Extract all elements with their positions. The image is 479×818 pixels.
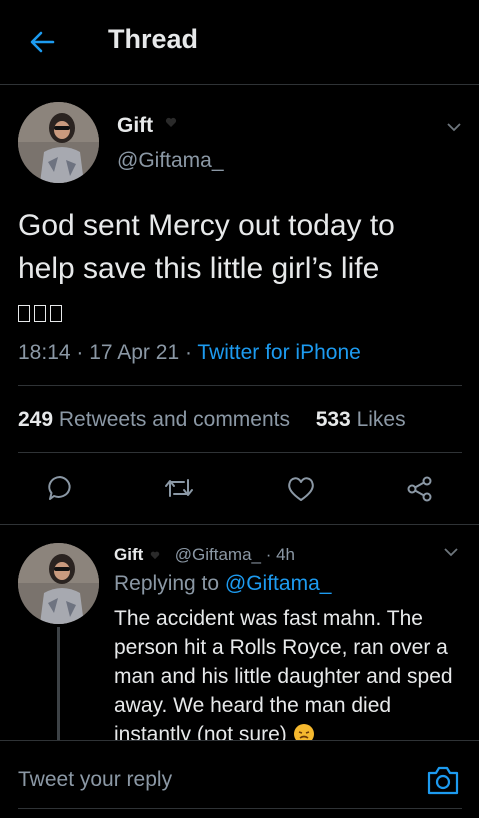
- stats-divider-bottom: [18, 452, 462, 453]
- reply-comment-icon[interactable]: [46, 474, 74, 502]
- like-heart-icon[interactable]: [286, 475, 316, 503]
- top-app-bar: Thread: [0, 0, 479, 84]
- page-title: Thread: [108, 24, 199, 54]
- reply-author-avatar[interactable]: [18, 543, 99, 624]
- composer-divider: [0, 740, 479, 741]
- avatar-photo: [18, 102, 99, 183]
- reply-text-body: The accident was fast mahn. The person h…: [114, 607, 453, 746]
- likes-label[interactable]: Likes: [357, 408, 406, 431]
- reply-tweet-text: The accident was fast mahn. The person h…: [114, 604, 469, 749]
- reply-author-name[interactable]: Gift: [114, 545, 143, 564]
- retweets-label[interactable]: Retweets and comments: [59, 408, 290, 431]
- thread-divider: [0, 524, 479, 525]
- thread-connector-line: [57, 627, 60, 741]
- retweets-count[interactable]: 249: [18, 408, 53, 431]
- replying-to: Replying to @Giftama_: [114, 572, 331, 596]
- missing-glyph-icon: [34, 304, 46, 322]
- emoji-placeholders: [18, 295, 66, 328]
- camera-icon[interactable]: [426, 764, 460, 796]
- tweet-source-link[interactable]: Twitter for iPhone: [197, 341, 360, 364]
- missing-glyph-icon: [50, 304, 62, 322]
- reply-header: Gift @Giftama_ · 4h: [114, 545, 295, 565]
- tweet-stats: 249 Retweets and comments 533 Likes: [18, 408, 406, 432]
- chevron-down-icon[interactable]: [442, 543, 460, 561]
- replying-to-handle[interactable]: @Giftama_: [225, 572, 332, 595]
- stats-divider-top: [18, 385, 462, 386]
- back-arrow-icon[interactable]: [28, 28, 56, 56]
- tweet-text: God sent Mercy out today to help save th…: [18, 204, 458, 333]
- missing-glyph-icon: [18, 304, 30, 322]
- tweet-text-body: God sent Mercy out today to help save th…: [18, 209, 395, 285]
- author-name[interactable]: Gift: [117, 114, 153, 138]
- heart-emoji-icon: [165, 117, 177, 127]
- replying-to-prefix: Replying to: [114, 572, 225, 595]
- share-icon[interactable]: [406, 475, 434, 503]
- reply-author-handle[interactable]: @Giftama_ · 4h: [175, 545, 295, 564]
- header-divider: [0, 84, 479, 85]
- author-handle[interactable]: @Giftama_: [117, 149, 224, 173]
- likes-count[interactable]: 533: [316, 408, 351, 431]
- reply-input[interactable]: Tweet your reply: [18, 768, 172, 792]
- tweet-timestamp: 18:14 · 17 Apr 21 ·: [18, 341, 198, 364]
- author-avatar[interactable]: [18, 102, 99, 183]
- tweet-metadata: 18:14 · 17 Apr 21 · Twitter for iPhone: [18, 341, 361, 365]
- heart-emoji-icon: [150, 551, 160, 560]
- chevron-down-icon[interactable]: [445, 118, 463, 136]
- input-underline: [18, 808, 462, 809]
- avatar-photo: [18, 543, 99, 624]
- retweet-icon[interactable]: [162, 474, 196, 502]
